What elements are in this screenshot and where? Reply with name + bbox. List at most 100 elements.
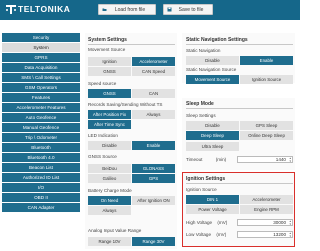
sidebar-item-beacon-list[interactable]: Beacon List [2, 162, 80, 173]
sidebar-item-auto-geofence[interactable]: Auto Geofence [2, 112, 80, 123]
speed-can-button[interactable]: CAN [132, 89, 175, 98]
high-voltage-unit: (mV) [217, 220, 228, 225]
sidebar-item-gprs[interactable]: GPRS [2, 52, 80, 63]
ignition-accelerometer-button[interactable]: Accelerometer [240, 195, 293, 204]
divider [88, 44, 175, 45]
sleep-online-deep-sleep-button[interactable]: Online Deep Sleep [240, 131, 293, 140]
battery-on-need-button[interactable]: On Need [88, 196, 131, 205]
speed-gnss-button[interactable]: GNSS [88, 89, 131, 98]
timeout-label: Timeout (min) [186, 157, 226, 162]
brand-logo: TELTONIKA [6, 4, 70, 14]
analog-input-label: Analog Input Value Range [88, 228, 142, 233]
load-from-file-button[interactable]: Load from file [98, 4, 156, 15]
static-navigation-label: Static Navigation [186, 48, 221, 53]
sidebar-item-security[interactable]: Security [2, 33, 80, 43]
floppy-disk-icon [167, 7, 172, 12]
sidebar-item-label: Authorized ID List [22, 174, 60, 180]
static-navigation-title: Static Navigation Settings [186, 37, 248, 43]
low-voltage-label-text: Low Voltage [186, 232, 212, 237]
sidebar-item-can-adapter[interactable]: CAN Adapter [2, 202, 80, 213]
sidebar-item-bluetooth[interactable]: Bluetooth [2, 142, 80, 153]
led-enable-button[interactable]: Enable [132, 141, 175, 150]
records-always-button[interactable]: Always [132, 110, 175, 119]
ignition-engine-rpm-button[interactable]: Engine RPM [240, 205, 293, 214]
sidebar-nav: Security System GPRS Data Acquisition SM… [2, 33, 80, 213]
gnss-beidou-button[interactable]: BeiDou [88, 164, 131, 173]
sidebar-item-obd-ii[interactable]: OBD II [2, 192, 80, 203]
movement-source-label: Movement Source [88, 47, 126, 52]
sidebar-item-data-acquisition[interactable]: Data Acquisition [2, 62, 80, 73]
battery-always-button[interactable]: Always [88, 206, 131, 215]
high-voltage-label-text: High Voltage [186, 220, 213, 225]
movement-accelerometer-button[interactable]: Accelerometer [132, 57, 175, 66]
timeout-label-text: Timeout [186, 157, 203, 162]
high-voltage-input[interactable]: 30000 ▴ ▾ [237, 219, 293, 226]
records-saving-label: Records Saving/Sending Without TS [88, 102, 163, 107]
sleep-settings-label: Sleep Settings [186, 113, 216, 118]
sidebar-item-label: Trip \ Odometer [25, 135, 57, 141]
sidebar-item-manual-geofence[interactable]: Manual Geofence [2, 122, 80, 133]
sidebar-item-system[interactable]: System [2, 42, 80, 53]
low-voltage-value: 13200 [273, 232, 286, 237]
sidebar-item-features[interactable]: Features [2, 92, 80, 103]
sidebar-item-sms-call-settings[interactable]: SMS \ Call Settings [2, 72, 80, 83]
spinner-arrows-icon[interactable]: ▴ ▾ [289, 232, 291, 238]
sidebar-item-label: Auto Geofence [25, 115, 57, 121]
sidebar-item-gsm-operators[interactable]: GSM Operators [2, 82, 80, 93]
sidebar-item-label: Manual Geofence [22, 125, 60, 131]
save-to-file-button[interactable]: Save to file [163, 4, 213, 15]
ignition-din1-button[interactable]: DIN 1 [186, 195, 239, 204]
sidebar-item-trip-odometer[interactable]: Trip \ Odometer [2, 132, 80, 143]
spinner-arrows-icon[interactable]: ▴ ▾ [289, 157, 291, 163]
sidebar-item-label: I/O [37, 184, 45, 190]
sidebar-item-label: CAN Adapter [27, 204, 55, 210]
low-voltage-unit: (mV) [216, 232, 227, 237]
divider [186, 108, 293, 109]
sleep-ultra-sleep-button[interactable]: Ultra Sleep [186, 142, 239, 151]
analog-range-30v-button[interactable]: Range 30V [132, 237, 175, 246]
gnss-gps-button[interactable]: GPS [132, 174, 175, 183]
sleep-mode-title: Sleep Mode [186, 101, 214, 107]
sidebar-item-label: Security [32, 35, 50, 41]
ignition-source-label: Ignition Source [186, 187, 217, 192]
sleep-disable-button[interactable]: Disable [186, 121, 239, 130]
sidebar-item-authorized-id-list[interactable]: Authorized ID List [2, 172, 80, 183]
divider [186, 183, 293, 184]
gnss-source-label: GNSS Source [88, 154, 117, 159]
led-disable-button[interactable]: Disable [88, 141, 131, 150]
gnss-glonass-button[interactable]: GLONASS [132, 164, 175, 173]
sidebar-item-label: OBD II [34, 194, 48, 200]
sidebar-item-bluetooth-4[interactable]: Bluetooth 4.0 [2, 152, 80, 163]
speed-source-label: Speed source [88, 81, 117, 86]
static-nav-ignition-source-button[interactable]: Ignition Source [240, 75, 293, 84]
sidebar-item-label: GSM Operators [24, 85, 58, 91]
movement-can-speed-button[interactable]: CAN Speed [132, 67, 175, 76]
sidebar-item-label: System [33, 45, 49, 51]
sleep-gps-sleep-button[interactable]: GPS Sleep [240, 121, 293, 130]
sidebar-item-label: Bluetooth [31, 145, 51, 151]
sleep-deep-sleep-button[interactable]: Deep Sleep [186, 131, 239, 140]
static-nav-enable-button[interactable]: Enable [240, 56, 293, 65]
records-after-position-fix-button[interactable]: After Position Fix [88, 110, 131, 119]
sidebar-item-label: Features [31, 95, 51, 101]
battery-after-ignition-on-button[interactable]: After Ignition ON [132, 196, 175, 205]
static-nav-movement-source-button[interactable]: Movement Source [186, 75, 239, 84]
ignition-power-voltage-button[interactable]: Power Voltage [186, 205, 239, 214]
sidebar-item-accelerometer-features[interactable]: Accelerometer Features [2, 102, 80, 113]
system-settings-title: System Settings [88, 37, 127, 43]
sidebar-item-label: Accelerometer Features [16, 105, 66, 111]
sidebar-item-io[interactable]: I/O [2, 182, 80, 193]
movement-ignition-button[interactable]: Ignition [88, 57, 131, 66]
analog-range-10v-button[interactable]: Range 10V [88, 237, 131, 246]
movement-gnss-button[interactable]: GNSS [88, 67, 131, 76]
sidebar-item-label: Data Acquisition [24, 65, 58, 71]
low-voltage-input[interactable]: 13200 ▴ ▾ [237, 231, 293, 238]
sidebar-item-label: Beacon List [28, 164, 53, 170]
gnss-galileo-button[interactable]: Galileo [88, 174, 131, 183]
ignition-settings-title: Ignition Settings [186, 176, 226, 182]
spinner-arrows-icon[interactable]: ▴ ▾ [289, 220, 291, 226]
timeout-input[interactable]: 1440 ▴ ▾ [237, 156, 293, 163]
static-navigation-source-label: Static Navigation Source [186, 67, 237, 72]
static-nav-disable-button[interactable]: Disable [186, 56, 239, 65]
records-after-time-sync-button[interactable]: After Time Sync [88, 120, 131, 129]
